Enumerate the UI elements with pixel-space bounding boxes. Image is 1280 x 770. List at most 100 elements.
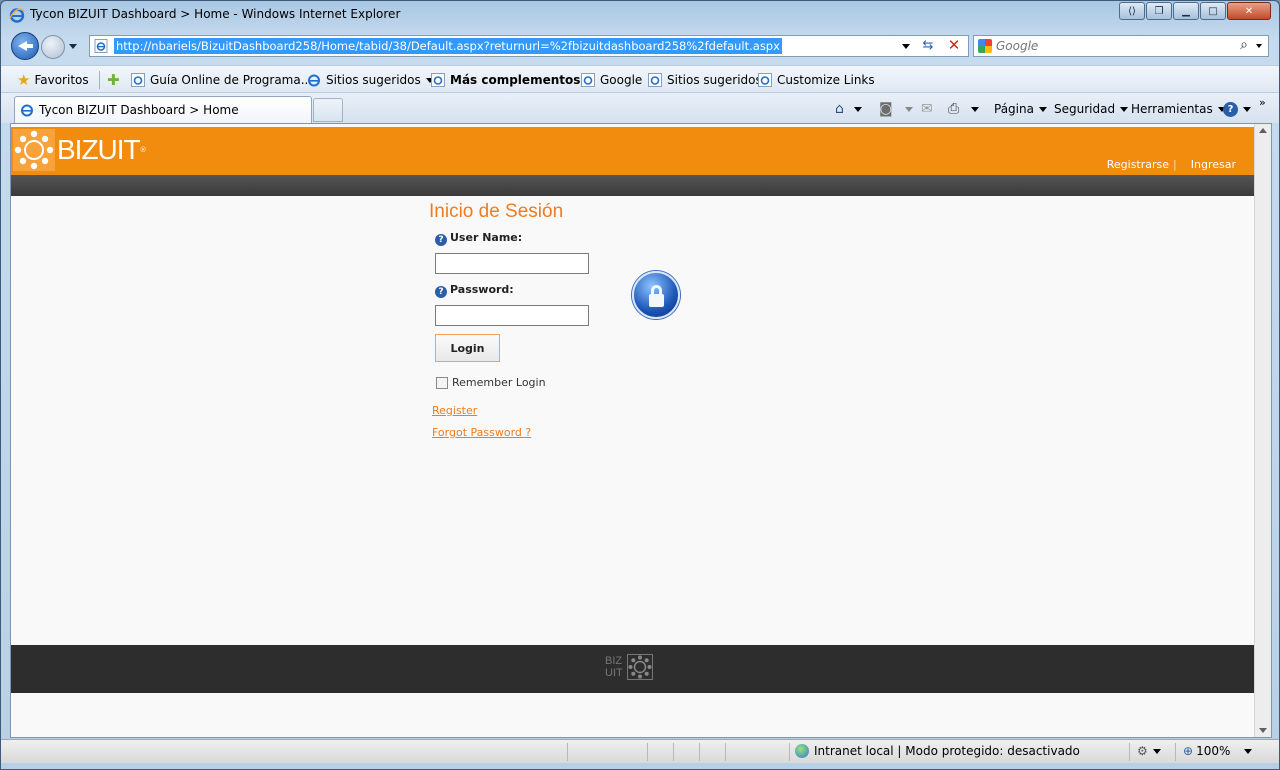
- menu-seguridad[interactable]: Seguridad: [1054, 100, 1129, 118]
- minimize-button[interactable]: ▁: [1173, 2, 1199, 20]
- mail-button[interactable]: ✉: [921, 100, 933, 118]
- add-favorite-button[interactable]: ✚: [107, 71, 124, 89]
- menu-pagina[interactable]: Página: [994, 100, 1047, 118]
- restore-button[interactable]: ❐: [1146, 2, 1172, 20]
- bizuit-logo-icon: [13, 129, 55, 171]
- status-divider: [567, 743, 568, 761]
- remember-login-label: Remember Login: [452, 376, 546, 389]
- fav-item-guia[interactable]: Guía Online de Programa...: [131, 71, 312, 89]
- new-tab-button[interactable]: [313, 98, 343, 122]
- print-button[interactable]: ⎙: [948, 100, 980, 118]
- help-icon[interactable]: ?: [435, 286, 447, 298]
- favorites-separator: [99, 71, 100, 89]
- navigation-bar: http://nbariels/BizuitDashboard258/Home/…: [1, 29, 1279, 63]
- star-icon: ★: [17, 71, 31, 89]
- intranet-globe-icon: [795, 744, 809, 758]
- chevron-down-icon: [1244, 748, 1253, 754]
- fav-item-customize-links[interactable]: Customize Links: [758, 71, 875, 89]
- browser-window: Tycon BIZUIT Dashboard > Home - Windows …: [0, 0, 1280, 770]
- search-box[interactable]: ⌕: [973, 35, 1269, 57]
- forward-button[interactable]: [41, 35, 65, 59]
- search-input[interactable]: [996, 37, 1226, 55]
- remember-login-checkbox[interactable]: [436, 376, 448, 389]
- mail-icon: ✉: [921, 101, 933, 117]
- fav-item-google[interactable]: Google: [581, 71, 642, 89]
- printer-icon: ⎙: [948, 101, 960, 117]
- header-band: [11, 175, 1254, 196]
- username-label: ? User Name:: [435, 231, 522, 246]
- back-button[interactable]: [11, 32, 39, 60]
- menu-herramientas[interactable]: Herramientas: [1131, 100, 1226, 118]
- registrarse-link[interactable]: Registrarse: [1107, 158, 1169, 171]
- ie-page-icon: [758, 73, 772, 87]
- ie-icon: [307, 73, 321, 87]
- search-options-dropdown-icon[interactable]: [1256, 44, 1262, 48]
- chevron-down-icon: [1243, 106, 1251, 112]
- ie-page-icon: [431, 73, 445, 87]
- status-divider: [789, 743, 790, 761]
- history-dropdown-icon[interactable]: [69, 44, 77, 49]
- forgot-password-link[interactable]: Forgot Password ?: [432, 426, 531, 439]
- footer-logo-text: BIZ UIT: [605, 655, 623, 679]
- chevron-down-icon: [1152, 748, 1161, 754]
- password-input[interactable]: [435, 305, 589, 326]
- fav-item-sitios-sugeridos-2[interactable]: Sitios sugeridos: [648, 71, 762, 89]
- register-link[interactable]: Register: [432, 404, 477, 417]
- ingresar-link[interactable]: Ingresar: [1191, 158, 1236, 171]
- chevron-down-icon: [904, 106, 913, 112]
- ie-icon: [9, 8, 25, 23]
- remember-login[interactable]: Remember Login: [436, 376, 546, 389]
- favorites-button[interactable]: ★ Favoritos: [17, 71, 89, 89]
- scroll-up-icon[interactable]: [1259, 128, 1267, 133]
- window-controls: ⟨⟩ ❐ ▁ □ ✕: [1118, 2, 1271, 20]
- site-footer: BIZ UIT: [11, 645, 1254, 693]
- address-bar[interactable]: http://nbariels/BizuitDashboard258/Home/…: [89, 35, 969, 57]
- vertical-scrollbar[interactable]: [1254, 124, 1271, 737]
- help-icon[interactable]: ?: [435, 234, 447, 246]
- login-button[interactable]: Login: [435, 334, 500, 362]
- lock-icon: [632, 271, 680, 319]
- chevron-down-icon: [853, 106, 862, 112]
- fav-item-sitios-sugeridos[interactable]: Sitios sugeridos: [307, 71, 434, 89]
- refresh-icon[interactable]: ⇆: [920, 38, 936, 54]
- overflow-chevron-icon[interactable]: »: [1259, 93, 1266, 111]
- home-icon: ⌂: [835, 101, 844, 117]
- status-divider: [699, 743, 700, 761]
- ie-icon: [21, 104, 33, 117]
- footer-logo-icon: [627, 654, 653, 680]
- header-link-separator: |: [1173, 158, 1177, 171]
- chevron-down-icon: [971, 106, 980, 112]
- scroll-down-icon[interactable]: [1259, 728, 1267, 733]
- lock-body: [649, 294, 664, 307]
- security-zone[interactable]: Intranet local | Modo protegido: desacti…: [795, 744, 1080, 758]
- username-input[interactable]: [435, 253, 589, 274]
- status-divider: [1129, 743, 1130, 761]
- help-icon: ?: [1223, 101, 1238, 117]
- zoom-control[interactable]: ⊕ 100%: [1183, 744, 1253, 758]
- flip-button[interactable]: ⟨⟩: [1119, 2, 1145, 20]
- help-menu-button[interactable]: ?: [1223, 100, 1251, 118]
- bizuit-logo[interactable]: BIZUIT ®: [13, 129, 147, 171]
- settings-button[interactable]: ⚙: [1137, 744, 1161, 758]
- status-divider: [725, 743, 726, 761]
- close-button[interactable]: ✕: [1227, 2, 1271, 20]
- maximize-button[interactable]: □: [1200, 2, 1226, 20]
- favorites-bar: ★ Favoritos ✚ Guía Online de Programa...…: [1, 65, 1279, 93]
- url-text[interactable]: http://nbariels/BizuitDashboard258/Home/…: [114, 38, 782, 54]
- page-viewport: BIZUIT ® Registrarse | Ingresar Inicio d…: [10, 123, 1272, 738]
- rss-icon: ◙: [879, 101, 893, 117]
- site-header: BIZUIT ® Registrarse | Ingresar: [11, 127, 1254, 175]
- search-icon[interactable]: ⌕: [1240, 37, 1248, 53]
- ie-page-icon: [648, 73, 662, 87]
- address-dropdown-icon[interactable]: [902, 44, 910, 49]
- feeds-button[interactable]: ◙: [879, 100, 913, 118]
- tab-active[interactable]: Tycon BIZUIT Dashboard > Home: [14, 96, 312, 123]
- tab-row: Tycon BIZUIT Dashboard > Home ⌂ ◙ ✉ ⎙ Pá…: [1, 93, 1279, 123]
- logo-registered-mark: ®: [139, 146, 147, 154]
- fav-item-mas-complementos[interactable]: Más complementos: [431, 71, 594, 89]
- stop-icon[interactable]: ✕: [946, 37, 962, 53]
- zoom-icon: ⊕: [1183, 744, 1194, 758]
- home-button[interactable]: ⌂: [835, 100, 862, 118]
- footer-logo: BIZ UIT: [605, 654, 653, 680]
- ie-page-icon: [581, 73, 595, 87]
